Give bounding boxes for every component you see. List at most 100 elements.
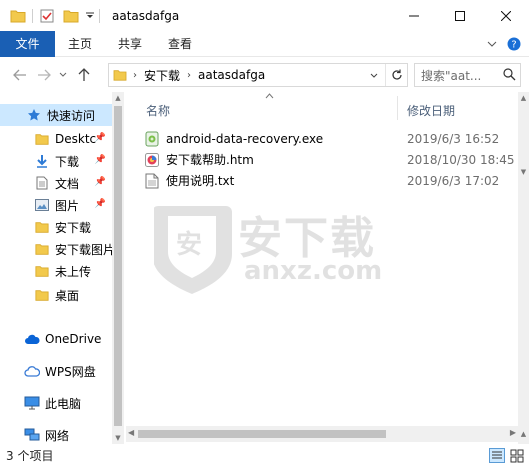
file-row[interactable]: 使用说明.txt 2019/6/3 17:02 <box>144 170 518 191</box>
file-list-vertical-scrollbar[interactable]: ▲ ▼ ▲ <box>518 92 529 444</box>
ribbon-right-controls: ? <box>483 31 523 57</box>
watermark-logo: 安 安下载 anxz.com <box>152 196 414 296</box>
column-date-header[interactable]: 修改日期 <box>407 102 455 119</box>
search-placeholder: 搜索"aat... <box>421 68 482 83</box>
status-bar: 3 个项目 <box>0 444 529 467</box>
network-icon <box>24 427 40 443</box>
nav-label: 此电脑 <box>45 396 82 411</box>
new-folder-icon[interactable] <box>59 4 83 28</box>
expand-ribbon-chevron-icon[interactable] <box>483 35 501 53</box>
file-date: 2019/6/3 16:52 <box>407 131 500 146</box>
scrollbar-thumb[interactable] <box>114 106 122 426</box>
nav-item-pictures[interactable]: 图片 📌 <box>0 194 112 216</box>
address-bar[interactable]: › 安下载 › aatasdafga <box>108 63 408 87</box>
pin-icon: 📌 <box>94 177 106 187</box>
nav-label: 下载 <box>55 154 80 169</box>
window-title: aatasdafga <box>112 8 180 23</box>
nav-onedrive[interactable]: OneDrive <box>0 328 112 350</box>
nav-label: 快速访问 <box>47 108 96 123</box>
recent-locations-chevron-icon[interactable] <box>56 63 70 87</box>
nav-label: 安下载图片 <box>55 242 112 257</box>
item-count: 3 个项目 <box>6 449 54 463</box>
folder-icon <box>34 241 50 257</box>
large-icons-view-icon[interactable] <box>509 448 525 466</box>
tab-home[interactable]: 主页 <box>55 31 105 57</box>
maximize-button[interactable] <box>437 0 483 31</box>
watermark-domain: anxz.com <box>244 256 383 286</box>
file-name: android-data-recovery.exe <box>166 131 324 146</box>
customize-toolbar-chevron-icon[interactable] <box>83 4 97 28</box>
navigation-bar: › 安下载 › aatasdafga 搜索"aat... <box>0 57 529 92</box>
nav-label: 网络 <box>45 428 70 443</box>
breadcrumb-segment[interactable]: aatasdafga <box>193 64 270 86</box>
search-icon[interactable] <box>503 68 516 84</box>
scrollbar-thumb[interactable] <box>138 430 386 438</box>
up-arrow-icon[interactable] <box>72 63 96 87</box>
address-dropdown-chevron-icon[interactable] <box>365 64 383 86</box>
file-row[interactable]: android-data-recovery.exe 2019/6/3 16:52 <box>144 128 518 149</box>
txt-icon <box>144 173 160 189</box>
window-controls <box>391 0 529 31</box>
folder-icon <box>34 287 50 303</box>
file-row[interactable]: 安下载帮助.htm 2018/10/30 18:45 <box>144 149 518 170</box>
scroll-left-arrow-icon[interactable]: ◀ <box>128 428 134 437</box>
breadcrumb-segment[interactable]: 安下载 <box>139 64 185 86</box>
file-name: 使用说明.txt <box>166 174 235 188</box>
pin-icon: 📌 <box>94 133 106 143</box>
column-name-header[interactable]: 名称 <box>146 102 170 119</box>
help-icon[interactable]: ? <box>505 35 523 53</box>
nav-item-desktop[interactable]: Desktc 📌 <box>0 128 112 150</box>
nav-label: 图片 <box>55 198 80 213</box>
forward-arrow-icon[interactable] <box>32 63 56 87</box>
ribbon-tabs: 文件 主页 共享 查看 ? <box>0 31 529 57</box>
folder-icon <box>34 219 50 235</box>
nav-label: 安下载 <box>55 220 92 235</box>
download-arrow-icon <box>34 153 50 169</box>
column-divider[interactable] <box>397 96 398 120</box>
column-header: 名称 修改日期 <box>126 92 518 124</box>
scroll-up-arrow-icon[interactable]: ▲ <box>112 92 124 104</box>
close-button[interactable] <box>483 0 529 31</box>
wps-cloud-icon <box>24 363 40 379</box>
nav-label: 桌面 <box>55 288 80 303</box>
scroll-right-arrow-icon[interactable]: ▶ <box>510 428 516 437</box>
scroll-down-arrow-icon[interactable]: ▼ <box>518 168 529 176</box>
scroll-down-arrow-icon[interactable]: ▼ <box>112 432 124 444</box>
scroll-up-arrow-icon[interactable]: ▲ <box>518 430 529 438</box>
details-view-icon[interactable] <box>489 448 505 466</box>
nav-item-downloads[interactable]: 下载 📌 <box>0 150 112 172</box>
nav-pane-scrollbar[interactable]: ▲ ▼ <box>112 92 124 444</box>
nav-item-folder[interactable]: 安下载 <box>0 216 112 238</box>
watermark-badge: 安 <box>176 230 203 260</box>
pin-icon: 📌 <box>94 199 106 209</box>
search-input[interactable]: 搜索"aat... <box>414 63 521 87</box>
svg-text:?: ? <box>511 40 516 51</box>
nav-network[interactable]: 网络 <box>0 424 112 444</box>
toolbar-divider <box>99 8 100 23</box>
file-list-horizontal-scrollbar[interactable]: ◀ ▶ <box>126 426 518 442</box>
nav-this-pc[interactable]: 此电脑 <box>0 392 112 414</box>
folder-icon <box>34 131 50 147</box>
nav-quick-access[interactable]: 快速访问 <box>0 104 112 126</box>
title-bar: aatasdafga <box>0 0 529 31</box>
nav-item-folder[interactable]: 未上传 <box>0 260 112 282</box>
nav-item-documents[interactable]: 文档 📌 <box>0 172 112 194</box>
picture-icon <box>34 197 50 213</box>
nav-item-folder[interactable]: 桌面 <box>0 284 112 306</box>
nav-label: OneDrive <box>45 332 102 346</box>
file-name: 安下载帮助.htm <box>166 153 254 167</box>
nav-wps[interactable]: WPS网盘 <box>0 360 112 382</box>
folder-icon[interactable] <box>6 4 30 28</box>
tab-share[interactable]: 共享 <box>105 31 155 57</box>
breadcrumb-separator-icon[interactable]: › <box>185 70 193 81</box>
tab-file[interactable]: 文件 <box>0 31 55 57</box>
folder-icon <box>34 263 50 279</box>
refresh-icon[interactable] <box>385 64 407 86</box>
properties-check-icon[interactable] <box>35 4 59 28</box>
nav-item-folder[interactable]: 安下载图片 <box>0 238 112 260</box>
minimize-button[interactable] <box>391 0 437 31</box>
back-arrow-icon[interactable] <box>8 63 32 87</box>
scroll-up-arrow-icon[interactable]: ▲ <box>518 94 529 102</box>
tab-view[interactable]: 查看 <box>155 31 205 57</box>
breadcrumb-separator-icon[interactable]: › <box>127 70 139 81</box>
